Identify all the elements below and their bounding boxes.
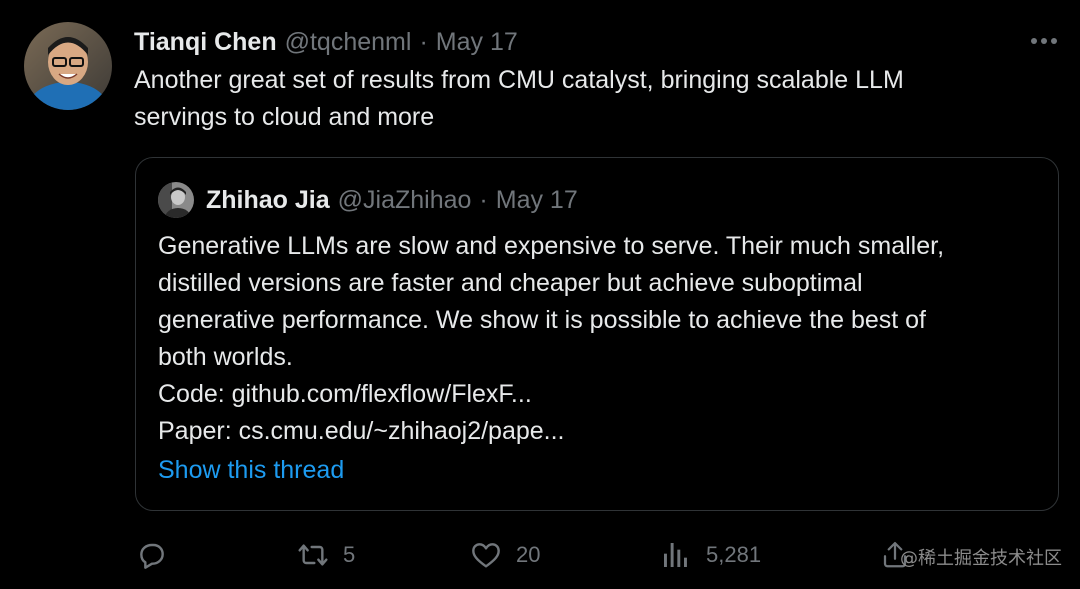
quoted-tweet-text: Generative LLMs are slow and expensive t…	[158, 232, 945, 445]
tweet-text: Another great set of results from CMU ca…	[134, 66, 904, 131]
quoted-tweet-header: Zhihao Jia @JiaZhihao · May 17	[158, 180, 578, 220]
quoted-author-avatar[interactable]	[158, 182, 194, 218]
reply-button[interactable]	[136, 532, 168, 578]
heart-icon	[472, 543, 500, 568]
retweet-count: 5	[343, 542, 356, 567]
more-horizontal-icon	[1031, 38, 1057, 44]
like-button[interactable]: 20	[470, 532, 540, 578]
quoted-author-avatar-image	[158, 182, 194, 218]
more-options-button[interactable]	[1026, 26, 1062, 56]
quoted-tweet-date[interactable]: May 17	[496, 186, 578, 215]
views-count: 5,281	[706, 542, 762, 567]
quoted-header-separator: ·	[479, 185, 488, 214]
author-name[interactable]: Tianqi Chen	[134, 28, 277, 57]
tweet[interactable]: Tianqi Chen @tqchenml · May 17 Another g…	[0, 0, 1080, 589]
reply-icon	[140, 543, 164, 569]
show-thread-link[interactable]: Show this thread	[158, 452, 344, 489]
author-avatar-image	[24, 22, 112, 110]
author-avatar[interactable]	[24, 22, 112, 110]
like-count: 20	[516, 542, 541, 567]
author-handle[interactable]: @tqchenml	[285, 28, 412, 57]
quoted-tweet[interactable]: Zhihao Jia @JiaZhihao · May 17 Generativ…	[135, 157, 1059, 511]
views-button[interactable]: 5,281	[660, 532, 761, 578]
views-chart-icon	[664, 543, 687, 567]
quoted-author-name[interactable]: Zhihao Jia	[206, 186, 330, 215]
tweet-date[interactable]: May 17	[436, 28, 518, 57]
watermark: @稀土掘金技术社区	[900, 548, 1062, 569]
retweet-icon	[298, 544, 328, 566]
retweet-button[interactable]: 5	[297, 532, 355, 578]
quoted-author-handle[interactable]: @JiaZhihao	[338, 186, 472, 215]
tweet-header: Tianqi Chen @tqchenml · May 17	[134, 22, 518, 62]
header-separator: ·	[419, 27, 428, 56]
